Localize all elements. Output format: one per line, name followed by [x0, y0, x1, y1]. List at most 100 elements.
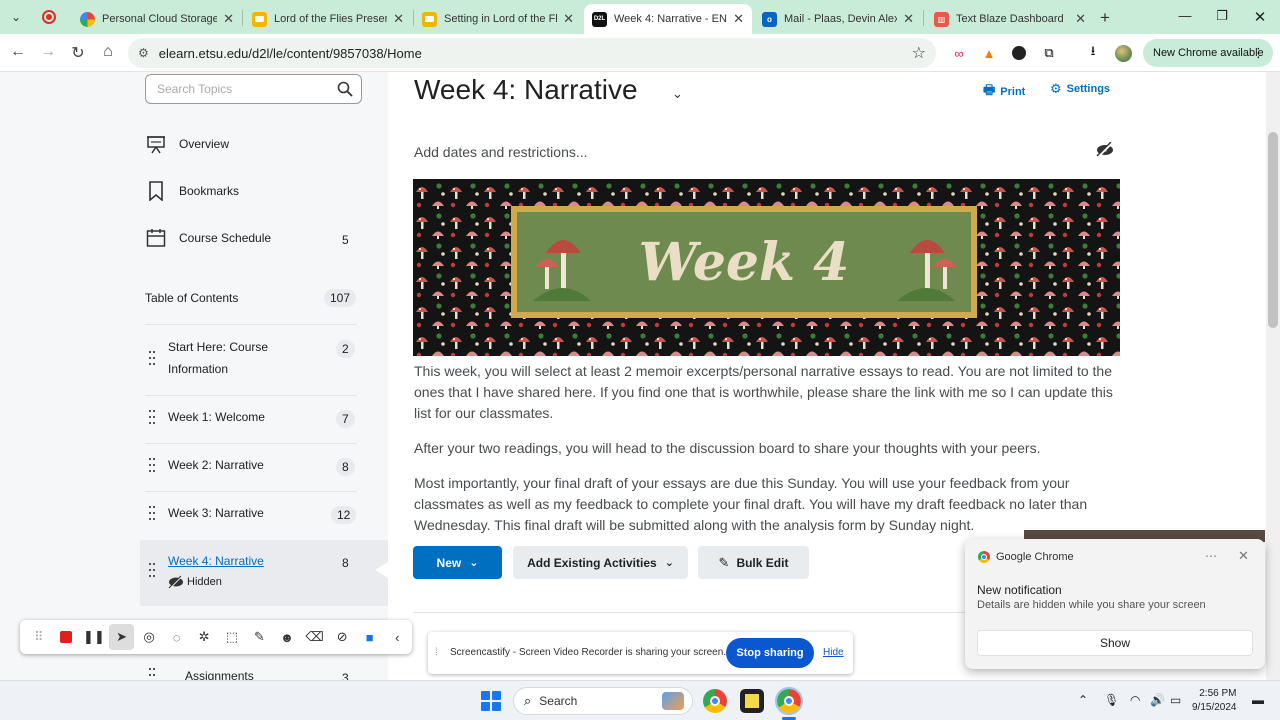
notification-app-name: Google Chrome [996, 551, 1074, 563]
search-topics-input[interactable] [146, 75, 326, 103]
chevron-down-icon[interactable]: ⌄ [672, 86, 683, 102]
notification-bell-icon[interactable]: ▬ [1252, 693, 1264, 707]
spotlight-icon[interactable]: ◌ [164, 624, 190, 650]
chrome-active-taskbar-icon[interactable] [775, 687, 803, 715]
close-icon[interactable]: ✕ [223, 11, 234, 27]
microphone-icon[interactable]: 🎙 [1104, 693, 1119, 707]
module-week-1[interactable]: Week 1: Welcome [168, 406, 265, 428]
settings-button[interactable]: ⚙ Settings [1050, 81, 1110, 97]
tab-text-blaze-dashboard[interactable]: ▥ Text Blaze Dashboard ✕ [926, 4, 1094, 34]
extension-icon[interactable] [1010, 44, 1028, 62]
reload-icon[interactable]: ↻ [68, 43, 88, 63]
close-icon[interactable]: ✕ [1075, 11, 1086, 27]
recording-tab-icon[interactable] [42, 10, 56, 24]
tab-personal-cloud-storage[interactable]: Personal Cloud Storage & ✕ [72, 4, 242, 34]
hidden-status: Hidden [168, 575, 222, 589]
cursor-effects-icon[interactable]: ✲ [191, 624, 217, 650]
module-week-3[interactable]: Week 3: Narrative [168, 502, 264, 524]
minimize-icon[interactable]: — [1175, 8, 1195, 23]
search-icon[interactable] [337, 81, 353, 97]
module-assignments[interactable]: Assignments [185, 665, 254, 680]
extension-icon[interactable]: ∞ [950, 44, 968, 62]
module-week-4[interactable]: Week 4: Narrative [168, 550, 264, 572]
bulk-edit-button[interactable]: ✎ Bulk Edit [698, 546, 809, 579]
chrome-taskbar-icon[interactable] [703, 689, 727, 713]
eraser-icon[interactable]: ⌫ [302, 624, 328, 650]
table-of-contents-link[interactable]: Table of Contents [145, 291, 238, 305]
battery-icon[interactable]: ▭ [1170, 693, 1181, 707]
kebab-menu-icon[interactable]: ⋮ [1252, 45, 1265, 61]
new-tab-icon[interactable]: + [1100, 8, 1110, 28]
forward-icon[interactable]: → [38, 43, 58, 61]
drag-handle-icon[interactable] [149, 563, 155, 577]
notification-body: Details are hidden while you share your … [977, 599, 1206, 611]
drag-handle-icon[interactable] [149, 668, 155, 680]
crop-icon[interactable]: ⬚ [219, 624, 245, 650]
address-bar[interactable]: ⚙ elearn.etsu.edu/d2l/le/content/9857038… [128, 38, 936, 68]
pen-icon[interactable]: ✎ [247, 624, 273, 650]
sticker-icon[interactable]: ☻ [274, 624, 300, 650]
collapse-icon[interactable]: ‹ [385, 624, 411, 650]
drag-handle-icon[interactable] [149, 351, 155, 365]
tab-week-4-narrative[interactable]: D2L Week 4: Narrative - ENGL ✕ [584, 4, 752, 34]
tab-search-icon[interactable]: ⌄ [6, 7, 26, 27]
stop-sharing-button[interactable]: Stop sharing [726, 638, 814, 668]
eye-off-icon [168, 575, 183, 589]
new-chrome-available-button[interactable]: New Chrome available ⋮ [1143, 39, 1273, 67]
sidebar-item-bookmarks[interactable]: Bookmarks [145, 180, 239, 202]
visibility-toggle-icon[interactable] [1096, 142, 1114, 158]
more-options-icon[interactable]: ⋯ [1205, 549, 1217, 563]
mute-annotations-icon[interactable]: ⊘ [329, 624, 355, 650]
back-icon[interactable]: ← [8, 43, 28, 61]
extensions-puzzle-icon[interactable]: ⧉ [1040, 44, 1058, 62]
bookmark-star-icon[interactable]: ☆ [912, 43, 926, 63]
show-button[interactable]: Show [977, 630, 1253, 656]
home-icon[interactable]: ⌂ [98, 43, 118, 61]
highlight-click-icon[interactable]: ◎ [136, 624, 162, 650]
add-existing-activities-button[interactable]: Add Existing Activities ⌄ [513, 546, 688, 579]
restore-icon[interactable]: ❐ [1212, 8, 1232, 24]
close-icon[interactable]: ✕ [393, 11, 404, 27]
camera-icon[interactable]: ■ [357, 624, 383, 650]
tab-setting-in-lord-of-the-flies[interactable]: Setting in Lord of the Flie ✕ [414, 4, 582, 34]
new-button[interactable]: New ⌄ [413, 546, 502, 579]
scrollbar-thumb[interactable] [1268, 132, 1278, 328]
tab-lord-of-the-flies-presentation[interactable]: Lord of the Flies Presenta ✕ [244, 4, 412, 34]
close-icon[interactable]: ✕ [563, 11, 574, 27]
close-icon[interactable]: ✕ [1238, 548, 1249, 564]
sidebar-item-overview[interactable]: Overview [145, 133, 229, 155]
module-week-2[interactable]: Week 2: Narrative [168, 454, 264, 476]
drag-handle-icon[interactable]: ⁞ [435, 647, 438, 658]
drag-handle-icon[interactable]: ⠿ [26, 624, 52, 650]
download-icon[interactable]: ⭳ [1084, 43, 1102, 62]
drag-handle-icon[interactable] [149, 458, 155, 472]
sticky-notes-taskbar-icon[interactable] [740, 689, 764, 713]
close-icon[interactable]: ✕ [733, 11, 744, 27]
volume-icon[interactable]: 🔊 [1150, 693, 1165, 707]
site-info-icon[interactable]: ⚙ [138, 46, 149, 60]
wifi-icon[interactable]: ◠ [1130, 693, 1140, 707]
tab-mail[interactable]: o Mail - Plaas, Devin Alexa ✕ [754, 4, 922, 34]
stop-recording-icon[interactable] [54, 624, 80, 650]
hide-link[interactable]: Hide [823, 647, 844, 658]
paragraph-1: This week, you will select at least 2 me… [414, 363, 1113, 421]
close-icon[interactable]: ✕ [903, 11, 914, 27]
module-start-here[interactable]: Start Here: Course Information [168, 336, 268, 380]
bulk-edit-label: Bulk Edit [736, 555, 789, 570]
add-dates-restrictions-link[interactable]: Add dates and restrictions... [414, 144, 588, 160]
print-button[interactable]: 🖶 Print [983, 81, 1025, 103]
chevron-up-icon[interactable]: ⌃ [1078, 693, 1088, 707]
avatar[interactable] [1114, 44, 1132, 62]
sidebar-item-course-schedule[interactable]: Course Schedule [145, 227, 271, 249]
fire-extension-icon[interactable]: ▲ [980, 44, 998, 62]
taskbar-search[interactable]: ⌕ Search [513, 687, 693, 715]
cursor-icon[interactable]: ➤ [108, 624, 135, 650]
close-window-icon[interactable]: ✕ [1250, 8, 1270, 26]
drag-handle-icon[interactable] [149, 506, 155, 520]
drag-handle-icon[interactable] [149, 410, 155, 424]
tab-title: Text Blaze Dashboard [956, 13, 1064, 25]
divider [145, 491, 357, 492]
windows-start-icon[interactable] [481, 691, 501, 711]
pause-icon[interactable]: ❚❚ [81, 624, 107, 650]
system-clock[interactable]: 2:56 PM 9/15/2024 [1192, 687, 1237, 715]
